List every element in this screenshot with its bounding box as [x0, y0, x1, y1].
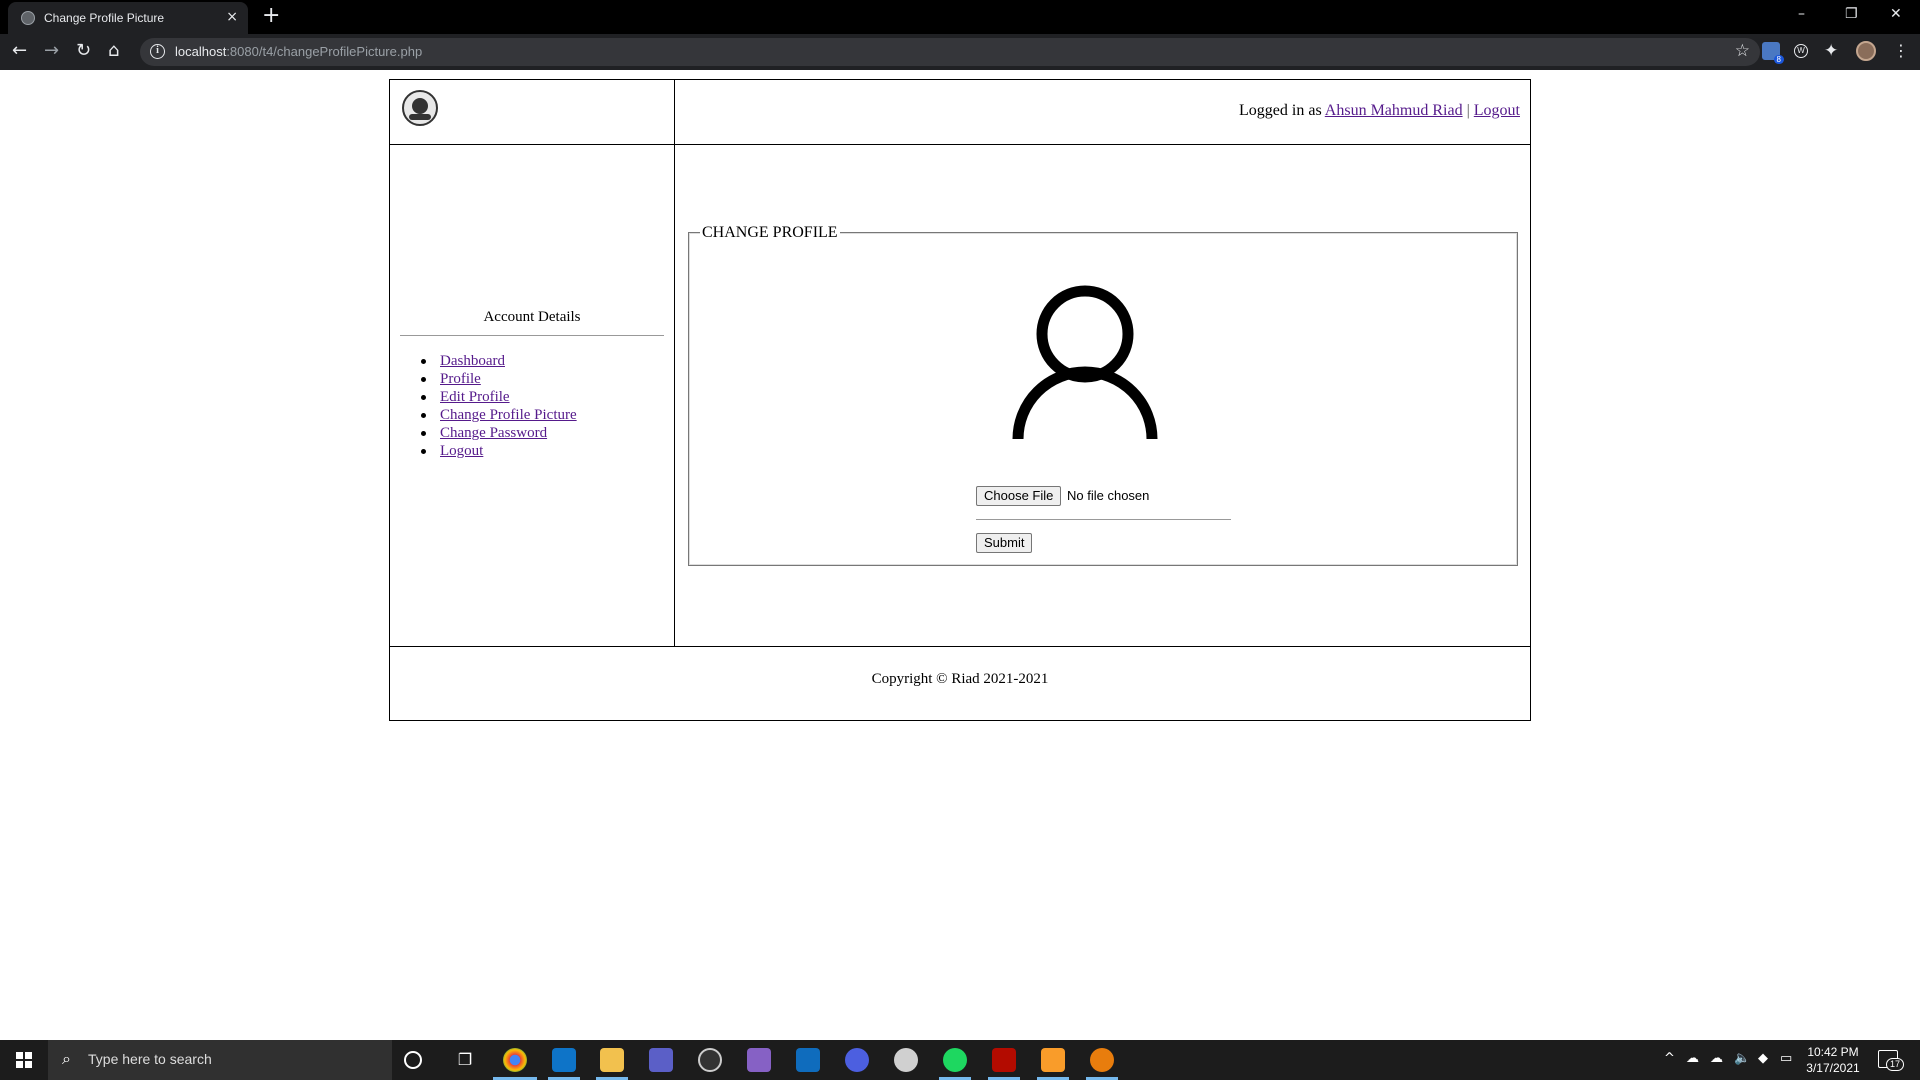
teams-icon[interactable]	[649, 1048, 673, 1072]
taskbar-search-box[interactable]: ⌕ Type here to search	[48, 1040, 392, 1080]
tab-title: Change Profile Picture	[44, 11, 165, 25]
spotify-icon[interactable]	[943, 1048, 967, 1072]
notification-count-badge: 17	[1886, 1058, 1905, 1071]
sidebar-link-profile[interactable]: Profile	[440, 371, 481, 387]
url-text: localhost:8080/t4/changeProfilePicture.p…	[175, 44, 423, 59]
sidebar-menu: Dashboard Profile Edit Profile Change Pr…	[421, 352, 577, 460]
choose-file-button[interactable]: Choose File	[976, 486, 1062, 506]
taskbar-search-placeholder: Type here to search	[88, 1051, 212, 1067]
logged-in-prefix: Logged in as	[1239, 102, 1322, 119]
logo-skull-icon	[412, 98, 428, 114]
sidebar-link-dashboard[interactable]: Dashboard	[440, 353, 505, 369]
login-status: Logged in as Ahsun Mahmud Riad | Logout	[1239, 102, 1520, 120]
tray-chevron-icon[interactable]: ^	[1664, 1051, 1675, 1067]
sidebar-item-profile: Profile	[421, 370, 577, 388]
clock-date: 3/17/2021	[1806, 1061, 1860, 1075]
file-explorer-icon[interactable]	[600, 1048, 624, 1072]
acrobat-icon[interactable]	[992, 1048, 1016, 1072]
address-bar[interactable]: i localhost:8080/t4/changeProfilePicture…	[140, 38, 1760, 66]
new-tab-button[interactable]: +	[262, 4, 280, 28]
footer-divider	[390, 646, 1530, 647]
extension-badge: 8	[1773, 55, 1784, 64]
sidebar-link-logout[interactable]: Logout	[440, 443, 483, 459]
header-divider	[390, 144, 1530, 145]
onedrive-icon[interactable]: ☁	[1686, 1051, 1699, 1067]
minimize-button[interactable]: –	[1798, 5, 1805, 23]
extensions-puzzle-icon[interactable]: ✦	[1824, 42, 1842, 60]
layout-table: Logged in as Ahsun Mahmud Riad | Logout …	[389, 79, 1531, 721]
app-icon[interactable]	[894, 1048, 918, 1072]
fieldset-legend: CHANGE PROFILE	[700, 224, 840, 242]
reload-icon[interactable]: ↻	[76, 41, 91, 61]
browser-toolbar: ← → ↻ ⌂ i localhost:8080/t4/changeProfil…	[0, 34, 1920, 70]
copyright-text: Copyright © Riad 2021-2021	[871, 671, 1049, 687]
sidebar-title: Account Details	[483, 309, 581, 325]
sidebar-link-change-password[interactable]: Change Password	[440, 425, 547, 441]
outlook-icon[interactable]	[796, 1048, 820, 1072]
sidebar-item-change-password: Change Password	[421, 424, 577, 442]
cortana-icon[interactable]	[404, 1051, 422, 1069]
search-icon: ⌕	[62, 1049, 71, 1068]
browser-profile-avatar[interactable]	[1856, 41, 1876, 61]
close-window-button[interactable]: ✕	[1890, 5, 1902, 23]
extension-circle-icon[interactable]: W	[1794, 44, 1808, 58]
file-status-text: No file chosen	[1067, 488, 1150, 503]
header-separator: |	[1466, 102, 1470, 119]
page-content: Logged in as Ahsun Mahmud Riad | Logout …	[0, 70, 1920, 1040]
sidebar-link-edit-profile[interactable]: Edit Profile	[440, 389, 510, 405]
sublime-text-icon[interactable]	[1041, 1048, 1065, 1072]
tab-favicon-icon	[21, 11, 35, 25]
network-icon[interactable]: ▭	[1780, 1051, 1792, 1067]
windows-taskbar: ⌕ Type here to search ❐ ^ ☁ ☁ 🔈 ◆ ▭ 10:4…	[0, 1040, 1920, 1080]
header-logout-link[interactable]: Logout	[1474, 102, 1520, 119]
clock-time: 10:42 PM	[1807, 1045, 1859, 1059]
sidebar-item-edit-profile: Edit Profile	[421, 388, 577, 406]
sidebar-item-dashboard: Dashboard	[421, 352, 577, 370]
blender-icon[interactable]	[1090, 1048, 1114, 1072]
sidebar-item-logout: Logout	[421, 442, 577, 460]
user-name-link[interactable]: Ahsun Mahmud Riad	[1325, 102, 1463, 119]
windows-start-icon[interactable]	[16, 1052, 32, 1068]
visual-studio-icon[interactable]	[747, 1048, 771, 1072]
logo-crossbones-icon	[409, 114, 431, 120]
forward-arrow-icon[interactable]: →	[44, 41, 59, 61]
vscode-icon[interactable]	[552, 1048, 576, 1072]
user-avatar-icon	[1012, 285, 1158, 440]
firefox-icon[interactable]	[845, 1048, 869, 1072]
info-icon[interactable]: i	[150, 44, 165, 59]
chrome-icon[interactable]	[503, 1048, 527, 1072]
bookmark-star-icon[interactable]: ☆	[1735, 41, 1750, 61]
sidebar-divider	[400, 335, 664, 336]
sidebar-item-change-profile-picture: Change Profile Picture	[421, 406, 577, 424]
dropbox-icon[interactable]: ◆	[1758, 1051, 1768, 1067]
back-arrow-icon[interactable]: ←	[12, 41, 27, 61]
home-icon[interactable]: ⌂	[108, 41, 119, 61]
restore-button[interactable]: ❐	[1845, 5, 1858, 23]
tab-close-icon[interactable]: ×	[226, 9, 238, 25]
task-view-icon[interactable]: ❐	[453, 1048, 477, 1072]
browser-menu-icon[interactable]: ⋮	[1893, 42, 1909, 60]
taskbar-clock[interactable]: 10:42 PM 3/17/2021	[1805, 1044, 1861, 1076]
obs-icon[interactable]	[698, 1048, 722, 1072]
browser-tab-strip: Change Profile Picture × + – ❐ ✕	[0, 0, 1920, 34]
change-profile-fieldset: CHANGE PROFILE Choose File No file chose…	[688, 224, 1518, 566]
site-logo	[402, 90, 438, 126]
extension-icon[interactable]: 8	[1762, 42, 1784, 64]
volume-icon[interactable]: 🔈	[1734, 1051, 1750, 1067]
file-input-divider	[976, 519, 1231, 520]
column-divider	[674, 80, 675, 646]
cloud-icon[interactable]: ☁	[1710, 1051, 1723, 1067]
submit-button[interactable]: Submit	[976, 533, 1033, 553]
browser-tab[interactable]: Change Profile Picture ×	[8, 2, 248, 34]
sidebar-link-change-profile-picture[interactable]: Change Profile Picture	[440, 407, 577, 423]
